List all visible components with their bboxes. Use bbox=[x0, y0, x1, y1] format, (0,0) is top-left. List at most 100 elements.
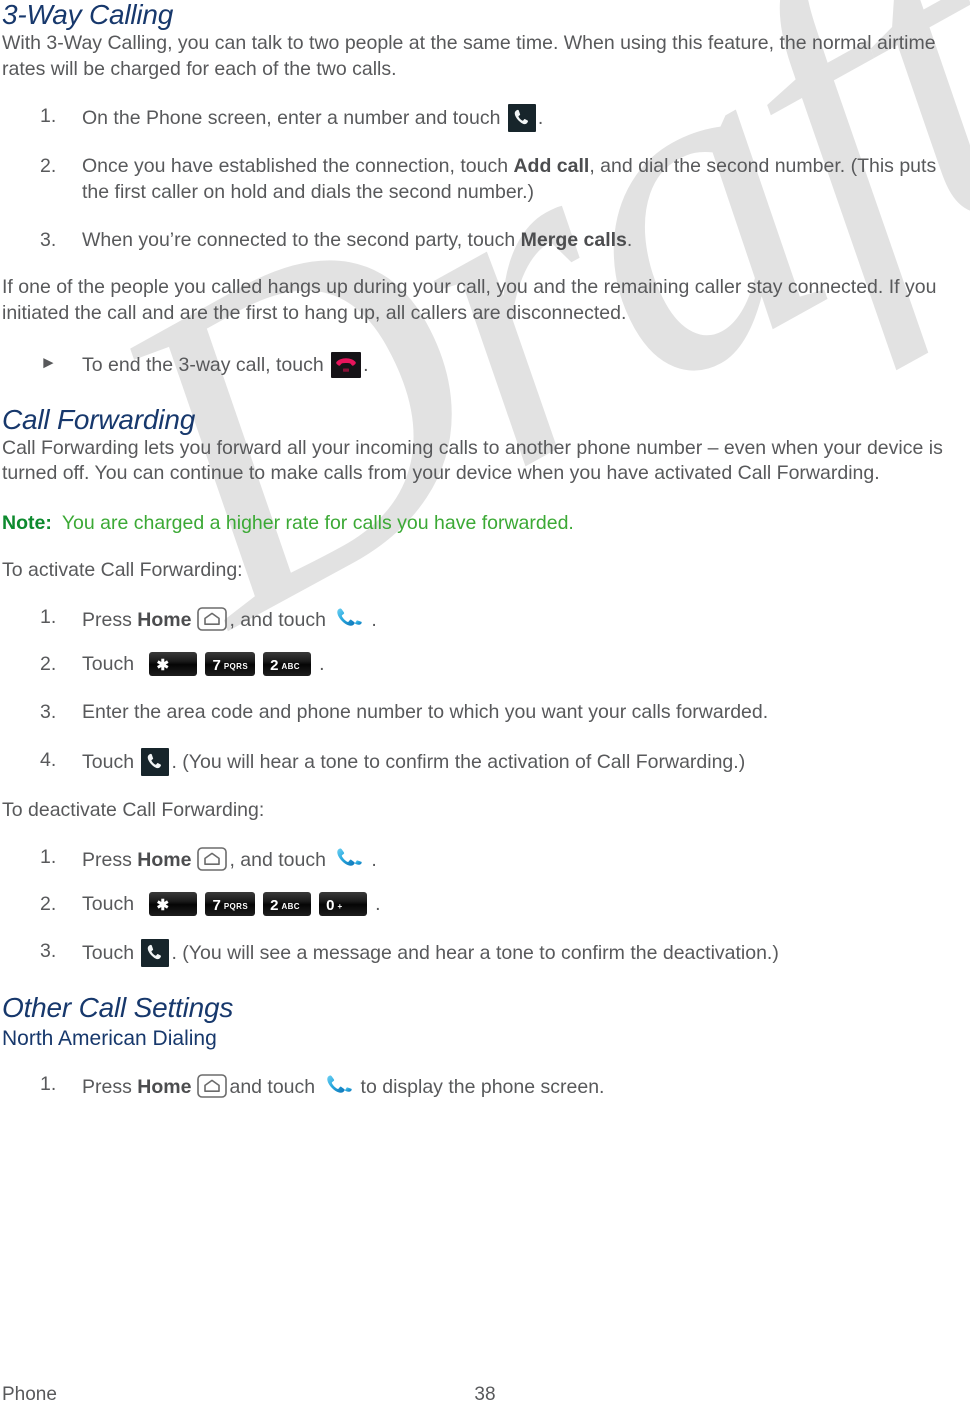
end-call-icon bbox=[331, 351, 362, 378]
step-text: Press bbox=[82, 1075, 132, 1098]
step-text-after: . (You will see a message and hear a ton… bbox=[171, 942, 779, 965]
step-number: 2. bbox=[40, 653, 57, 676]
list-item: 2. Touch ✱ 7 PQRS 2 ABC . bbox=[2, 652, 960, 678]
home-key-icon bbox=[197, 1074, 228, 1098]
list-item: 1. Press Home , and touch . bbox=[2, 605, 960, 634]
step-number: 3. bbox=[40, 700, 57, 723]
steps-list-activate: 1. Press Home , and touch . 2. Touch ✱ 7… bbox=[2, 605, 960, 776]
step-number: 1. bbox=[40, 846, 57, 869]
step-number: 1. bbox=[40, 1072, 57, 1095]
keypad-key-2[interactable]: 2 ABC bbox=[263, 652, 312, 677]
arrow-right-icon: ► bbox=[40, 352, 57, 372]
phone-blue-icon bbox=[324, 1072, 358, 1100]
footer-page-number: 38 bbox=[474, 1384, 496, 1405]
step-text-mid: , and touch bbox=[229, 609, 326, 632]
steps-list-3way: 1. On the Phone screen, enter a number a… bbox=[2, 104, 960, 253]
paragraph-3way-intro: With 3-Way Calling, you can talk to two … bbox=[2, 32, 936, 80]
key-letters: ABC bbox=[281, 662, 300, 672]
step-text: Touch bbox=[82, 892, 135, 915]
step-number: 3. bbox=[40, 228, 57, 251]
list-item: 3. Enter the area code and phone number … bbox=[2, 700, 960, 726]
step-number: 4. bbox=[40, 748, 57, 771]
step-text-after: . (You will hear a tone to confirm the a… bbox=[171, 750, 746, 773]
section-heading-3way: 3-Way Calling bbox=[2, 0, 174, 30]
note-label: Note: bbox=[2, 511, 52, 534]
section-heading-other-call-settings: Other Call Settings bbox=[2, 992, 234, 1024]
key-digit: ✱ bbox=[156, 896, 170, 914]
step-text-after: . bbox=[626, 228, 633, 251]
list-item: 4. Touch . (You will hear a tone to conf… bbox=[2, 747, 960, 776]
list-item: 3. Touch . (You will see a message and h… bbox=[2, 939, 960, 968]
step-text-after: . bbox=[319, 653, 325, 676]
phone-blue-icon bbox=[334, 605, 368, 633]
key-letters: + bbox=[337, 901, 343, 911]
list-item: 1. Press Home , and touch . bbox=[2, 845, 960, 874]
phone-dark-icon bbox=[141, 939, 170, 968]
phone-dark-icon bbox=[141, 747, 170, 776]
steps-list-north-american-dialing: 1. Press Home and touch to display the p… bbox=[2, 1072, 960, 1101]
step-number: 2. bbox=[40, 155, 57, 178]
key-letters: PQRS bbox=[223, 662, 249, 672]
key-label-home: Home bbox=[137, 1075, 192, 1098]
keypad-key-2[interactable]: 2 ABC bbox=[263, 891, 312, 916]
note-text: You are charged a higher rate for calls … bbox=[61, 511, 574, 534]
key-digit: 0 bbox=[326, 896, 335, 914]
step-text: Enter the area code and phone number to … bbox=[82, 700, 769, 723]
keypad-key-star[interactable]: ✱ bbox=[149, 652, 198, 677]
step-text-after: . bbox=[537, 107, 544, 130]
list-item: 3. When you’re connected to the second p… bbox=[2, 228, 960, 254]
step-text: Press bbox=[82, 849, 132, 872]
step-text-after: . bbox=[371, 609, 377, 632]
note-callout: Note: You are charged a higher rate for c… bbox=[2, 511, 960, 536]
key-label-home: Home bbox=[137, 609, 192, 632]
subheading-north-american-dialing: North American Dialing bbox=[2, 1026, 217, 1050]
keypad-key-0[interactable]: 0 + bbox=[319, 891, 368, 916]
step-text-after: to display the phone screen. bbox=[360, 1075, 605, 1098]
step-number: 1. bbox=[40, 606, 57, 629]
key-digit: 2 bbox=[270, 896, 279, 914]
key-digit: ✱ bbox=[156, 657, 170, 675]
step-number: 3. bbox=[40, 940, 57, 963]
home-key-icon bbox=[197, 847, 228, 871]
list-item: 1. On the Phone screen, enter a number a… bbox=[2, 104, 960, 133]
document-page: 3-Way Calling With 3-Way Calling, you ca… bbox=[0, 0, 970, 1101]
key-digit: 7 bbox=[212, 896, 221, 914]
bullet-list-end-3way: ► To end the 3-way call, touch . bbox=[2, 351, 960, 379]
key-label-home: Home bbox=[137, 849, 192, 872]
step-text: When you’re connected to the second part… bbox=[82, 228, 516, 251]
ui-label-merge-calls: Merge calls bbox=[520, 228, 627, 251]
step-text: Touch bbox=[82, 750, 135, 773]
step-text: Once you have established the connection… bbox=[82, 155, 509, 178]
step-text-after: . bbox=[375, 892, 381, 915]
key-digit: 7 bbox=[212, 657, 221, 675]
list-item: 2. Once you have established the connect… bbox=[2, 154, 960, 205]
step-text: Press bbox=[82, 609, 132, 632]
step-number: 2. bbox=[40, 892, 57, 915]
keypad-key-7[interactable]: 7 PQRS bbox=[205, 891, 256, 916]
home-key-icon bbox=[197, 607, 228, 632]
key-letters: ABC bbox=[281, 901, 300, 911]
step-text-mid: , and touch bbox=[229, 849, 326, 872]
paragraph-deactivate-lead: To deactivate Call Forwarding: bbox=[2, 798, 265, 821]
phone-dark-icon bbox=[507, 104, 536, 133]
bullet-text-after: . bbox=[363, 353, 369, 376]
paragraph-3way-closing: If one of the people you called hangs up… bbox=[2, 276, 937, 324]
key-digit: 2 bbox=[270, 657, 279, 675]
keypad-key-star[interactable]: ✱ bbox=[149, 891, 198, 916]
steps-list-deactivate: 1. Press Home , and touch . 2. Touch ✱ 7… bbox=[2, 845, 960, 968]
step-text: On the Phone screen, enter a number and … bbox=[82, 107, 501, 130]
list-item: 2. Touch ✱ 7 PQRS 2 ABC 0 + . bbox=[2, 891, 960, 918]
bullet-text: To end the 3-way call, touch bbox=[82, 353, 324, 376]
step-text-mid: and touch bbox=[229, 1075, 316, 1098]
list-item: 1. Press Home and touch to display the p… bbox=[2, 1072, 960, 1101]
ui-label-add-call: Add call bbox=[513, 155, 590, 178]
paragraph-call-forwarding-intro: Call Forwarding lets you forward all you… bbox=[2, 437, 943, 485]
step-number: 1. bbox=[40, 105, 57, 128]
list-item: ► To end the 3-way call, touch . bbox=[2, 351, 960, 379]
phone-blue-icon bbox=[334, 845, 368, 873]
section-heading-call-forwarding: Call Forwarding bbox=[2, 403, 196, 435]
paragraph-activate-lead: To activate Call Forwarding: bbox=[2, 559, 243, 582]
step-text-after: . bbox=[371, 849, 377, 872]
key-letters: PQRS bbox=[223, 901, 249, 911]
keypad-key-7[interactable]: 7 PQRS bbox=[205, 652, 256, 677]
